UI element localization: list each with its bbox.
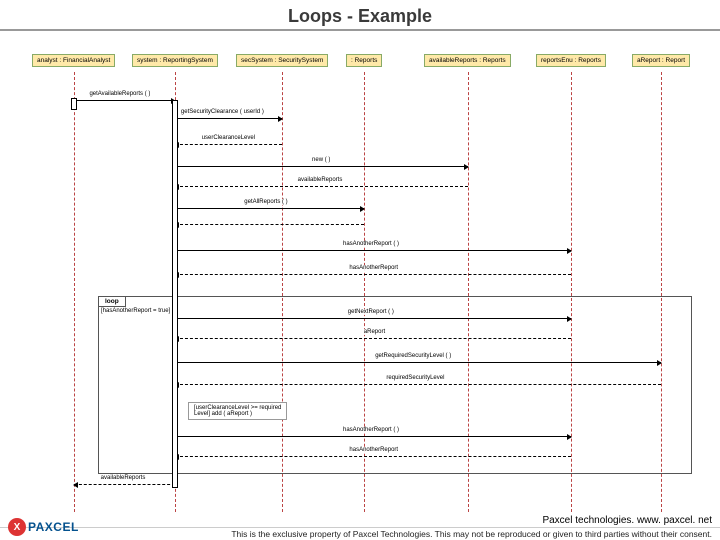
- footer: Paxcel technologies. www. paxcel. net Th…: [0, 514, 720, 540]
- footer-disclaimer: This is the exclusive property of Paxcel…: [0, 528, 720, 540]
- message-label: hasAnotherReport ( ): [341, 241, 401, 247]
- footer-attribution: Paxcel technologies. www. paxcel. net: [0, 514, 720, 528]
- logo-text: PAXCEL: [28, 520, 79, 534]
- message-arrow: [175, 338, 571, 339]
- lifeline: [74, 72, 75, 512]
- logo: X PAXCEL: [8, 518, 79, 536]
- message-label: getSecurityClearance ( userId ): [179, 109, 266, 115]
- message-label: availableReports: [99, 475, 148, 481]
- message-label: getRequiredSecurityLevel ( ): [373, 353, 453, 359]
- actor-box: aReport : Report: [632, 54, 690, 67]
- logo-mark-icon: X: [8, 518, 26, 536]
- message-arrow: [175, 186, 468, 187]
- message-arrow: [175, 144, 282, 145]
- message-arrow: [74, 484, 176, 485]
- message-label: new ( ): [310, 157, 332, 163]
- message-label: userClearanceLevel: [200, 135, 257, 141]
- actor-box: availableReports : Reports: [424, 54, 511, 67]
- activation-bar: [71, 98, 77, 110]
- message-label: getAvailableReports ( ): [87, 91, 152, 97]
- message-label: availableReports: [296, 177, 345, 183]
- inner-guard: [userClearanceLevel >= required Level] a…: [188, 402, 287, 420]
- message-label: requiredSecurityLevel: [384, 375, 446, 381]
- message-arrow: [175, 384, 661, 385]
- message-label: hasAnotherReport: [347, 447, 400, 453]
- loop-tag: loop: [99, 297, 126, 307]
- message-arrow: [175, 456, 571, 457]
- message-arrow: [175, 362, 661, 363]
- activation-bar: [172, 100, 178, 488]
- slide-title: Loops - Example: [0, 0, 720, 31]
- actor-box: system : ReportingSystem: [132, 54, 218, 67]
- message-arrow: [175, 224, 364, 225]
- message-arrow: [175, 118, 282, 119]
- message-arrow: [175, 274, 571, 275]
- message-arrow: [74, 100, 176, 101]
- loop-guard: [hasAnotherReport = true]: [101, 308, 170, 314]
- message-arrow: [175, 208, 364, 209]
- message-arrow: [175, 166, 468, 167]
- actor-box: analyst : FinancialAnalyst: [32, 54, 115, 67]
- message-label: getNextReport ( ): [346, 309, 396, 315]
- actor-box: : Reports: [346, 54, 382, 67]
- message-arrow: [175, 318, 571, 319]
- message-label: getAllReports ( ): [242, 199, 289, 205]
- sequence-diagram: analyst : FinancialAnalyst system : Repor…: [0, 38, 720, 498]
- message-label: hasAnotherReport ( ): [341, 427, 401, 433]
- actor-box: secSystem : SecuritySystem: [236, 54, 328, 67]
- actor-box: reportsEnu : Reports: [536, 54, 606, 67]
- message-label: hasAnotherReport: [347, 265, 400, 271]
- message-arrow: [175, 436, 571, 437]
- message-label: aReport: [362, 329, 387, 335]
- message-arrow: [175, 250, 571, 251]
